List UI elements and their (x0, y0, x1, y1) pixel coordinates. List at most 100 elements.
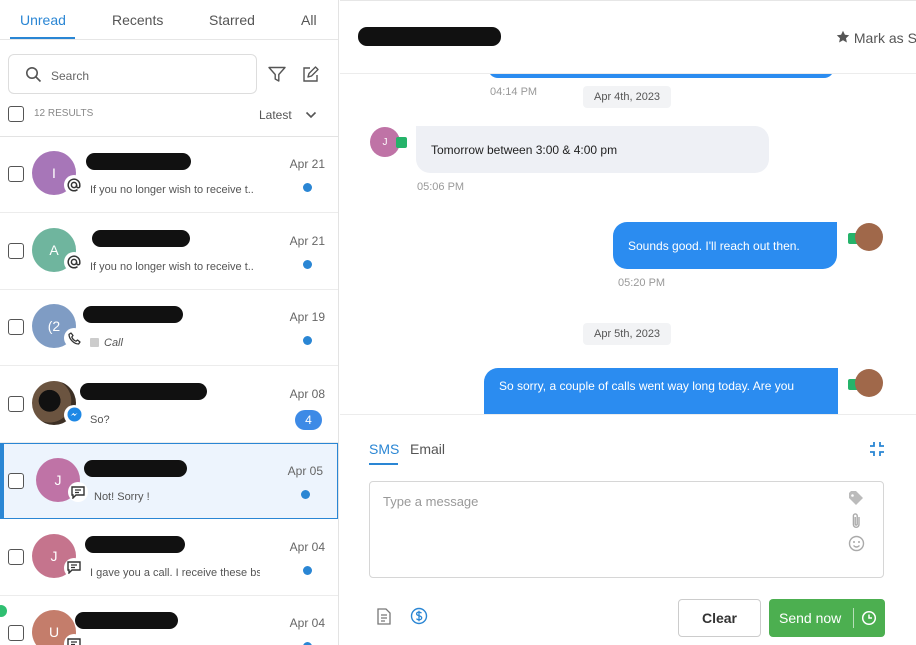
emoji-icon[interactable] (848, 535, 865, 552)
message-timestamp: 05:06 PM (417, 181, 465, 193)
tab-sms[interactable]: SMS (369, 441, 399, 457)
message-bubble-incoming: Tomorrow between 3:00 & 4:00 pm (416, 126, 769, 173)
contact-name-redacted (358, 27, 501, 46)
unread-dot (303, 336, 312, 345)
agent-avatar (855, 223, 883, 251)
input-actions (848, 491, 865, 552)
unread-count-badge: 4 (295, 409, 322, 430)
contact-name-redacted (85, 535, 185, 553)
row-checkbox[interactable] (8, 625, 24, 641)
call-channel-icon (64, 328, 84, 348)
tab-recents[interactable]: Recents (112, 12, 163, 28)
send-now-button[interactable]: Send now (769, 599, 885, 637)
conversation-row[interactable]: I If you no longer wish to receive t.. Apr… (0, 137, 338, 213)
row-checkbox[interactable] (8, 548, 24, 565)
unread-dot (303, 259, 312, 269)
conversation-row[interactable]: A If you no longer wish to receive t.. Apr… (0, 214, 338, 290)
tab-starred[interactable]: Starred (209, 12, 255, 28)
conversation-row[interactable]: (2 Call Apr 19 (0, 290, 338, 366)
search-icon (26, 67, 42, 83)
active-tab-indicator (369, 463, 398, 465)
search-placeholder: Search (51, 69, 90, 83)
sms-channel-icon (396, 137, 407, 148)
email-channel-icon (64, 251, 84, 272)
message-preview: So? (90, 413, 110, 426)
search-input[interactable]: Search (8, 54, 257, 94)
attachment-icon[interactable] (848, 512, 865, 530)
app: Unread Recents Starred All Search 12 RES… (0, 0, 916, 645)
message-bubble-outgoing: So sorry, a couple of calls went way lon… (484, 368, 838, 414)
chat-header: Mark as S (340, 0, 916, 74)
date-separator: Apr 5th, 2023 (583, 323, 672, 345)
contact-name-redacted (75, 612, 178, 629)
row-checkbox[interactable] (8, 166, 24, 182)
message-preview: Not! Sorry ! (94, 491, 150, 503)
star-icon (836, 30, 850, 43)
conversation-row[interactable]: So? Apr 08 4 (0, 367, 338, 443)
composer-tools (376, 607, 428, 625)
message-preview: I gave you a call. I receive these bs.. (90, 566, 260, 579)
schedule-icon[interactable] (861, 610, 877, 626)
payment-icon[interactable] (410, 607, 428, 625)
active-tab-indicator (10, 37, 75, 39)
contact-name-redacted (80, 382, 207, 400)
contact-name-redacted (83, 306, 183, 323)
select-all-checkbox[interactable] (8, 106, 24, 122)
date-separator: Apr 4th, 2023 (583, 86, 672, 108)
row-checkbox[interactable] (8, 473, 24, 489)
sms-channel-icon (68, 482, 88, 502)
mark-as-button[interactable]: Mark as S (836, 30, 916, 46)
message-bubble-outgoing (488, 74, 834, 78)
unread-dot (303, 183, 312, 192)
message-bubble-outgoing: Sounds good. I'll reach out then. (613, 222, 837, 269)
conversation-date: Apr 21 (289, 233, 325, 248)
contact-name-redacted (86, 153, 191, 170)
message-placeholder: Type a message (383, 494, 479, 509)
conversation-row[interactable]: J Not! Sorry ! Apr 05 (0, 443, 338, 519)
row-checkbox[interactable] (8, 395, 24, 412)
sms-channel-icon (64, 634, 84, 645)
conversation-date: Apr 21 (289, 157, 325, 171)
message-text: Tomorrow between 3:00 & 4:00 pm (431, 142, 618, 157)
message-preview: If you no longer wish to receive t.. (90, 184, 254, 196)
conversation-date: Apr 19 (289, 310, 325, 324)
unread-dot (301, 490, 310, 499)
message-text: So sorry, a couple of calls went way lon… (499, 379, 795, 393)
message-thread: 04:14 PM Apr 4th, 2023 J Tomorrow betwee… (340, 74, 916, 414)
sort-dropdown[interactable]: Latest (259, 108, 292, 122)
agent-avatar (855, 369, 883, 397)
tag-icon[interactable] (848, 491, 865, 506)
conversation-row[interactable]: U Apr 04 (0, 596, 338, 645)
filter-icon[interactable] (268, 66, 286, 83)
row-checkbox[interactable] (8, 242, 24, 259)
email-channel-icon (64, 175, 84, 195)
conversation-date: Apr 05 (287, 464, 323, 478)
conversation-date: Apr 04 (289, 616, 325, 630)
chevron-down-icon[interactable] (305, 109, 317, 121)
template-icon[interactable] (376, 607, 392, 625)
message-timestamp: 04:14 PM (490, 86, 538, 98)
message-preview: If you no longer wish to receive t.. (90, 260, 254, 273)
tab-all[interactable]: All (301, 12, 317, 28)
message-preview: Call (90, 337, 260, 349)
conversation-row[interactable]: JI gave you a call. I receive these bs..… (0, 520, 338, 596)
message-text: Sounds good. I'll reach out then. (628, 238, 800, 253)
contact-name-redacted (92, 229, 190, 247)
messenger-channel-icon (64, 404, 84, 425)
collapse-icon[interactable] (869, 441, 885, 457)
tab-email[interactable]: Email (410, 441, 445, 457)
compose-icon[interactable] (302, 66, 319, 83)
message-composer: SMS Email Type a message Clear Send now (340, 414, 916, 645)
clear-button[interactable]: Clear (678, 599, 761, 637)
chat-panel: Mark as S 04:14 PM Apr 4th, 2023 J Tomor… (340, 0, 916, 645)
unread-dot (303, 565, 312, 575)
tab-unread[interactable]: Unread (20, 12, 66, 28)
contact-name-redacted (84, 460, 187, 477)
filter-tabs: Unread Recents Starred All (0, 0, 338, 40)
row-checkbox[interactable] (8, 319, 24, 335)
message-input[interactable]: Type a message (369, 481, 884, 578)
send-label: Send now (779, 610, 842, 626)
conversation-panel: Unread Recents Starred All Search 12 RES… (0, 0, 339, 645)
conversation-date: Apr 04 (289, 539, 325, 554)
divider (853, 608, 854, 628)
